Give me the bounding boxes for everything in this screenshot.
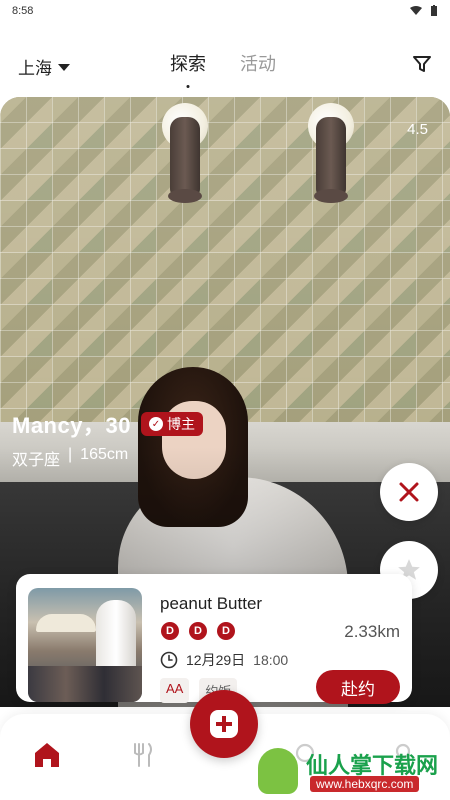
price-level: D D D <box>161 622 235 640</box>
app-screen: 8:58 上海 探索 活动 4.5 Mancy，30 ✓ 博主 双子座 | 16… <box>0 0 450 800</box>
status-bar: 8:58 <box>0 0 450 22</box>
nav-home[interactable] <box>30 738 64 772</box>
event-distance: 2.33km <box>344 622 400 641</box>
main-tabs: 探索 活动 <box>170 50 276 88</box>
event-date: 12月29日 <box>186 652 246 668</box>
verified-icon: ✓ <box>148 417 163 431</box>
event-card[interactable]: peanut Butter D D D 2.33km 12月29日 18:00 … <box>16 574 412 704</box>
price-d-icon: D <box>217 622 235 640</box>
site-watermark: 仙人掌下载网 www.hebxqrc.com <box>250 742 450 798</box>
close-icon <box>399 482 419 502</box>
tab-explore[interactable]: 探索 <box>170 50 206 88</box>
active-tab-indicator <box>186 85 190 88</box>
dislike-button[interactable] <box>380 463 438 521</box>
battery-icon <box>431 5 437 16</box>
home-icon <box>35 743 59 767</box>
tag-payment: AA <box>160 678 190 703</box>
status-time: 8:58 <box>12 5 34 17</box>
wall-lamp-decoration <box>296 97 366 217</box>
filter-icon[interactable] <box>412 54 432 74</box>
event-title: peanut Butter <box>160 594 263 613</box>
add-icon <box>210 710 238 738</box>
price-d-icon: D <box>161 622 179 640</box>
watermark-url: www.hebxqrc.com <box>310 776 420 792</box>
join-event-button[interactable]: 赴约 <box>316 670 400 704</box>
event-time: 18:00 <box>253 652 289 668</box>
tab-activities[interactable]: 活动 <box>240 50 276 76</box>
restaurant-icon <box>134 743 152 767</box>
event-datetime: 12月29日 18:00 <box>160 650 288 670</box>
city-selector[interactable]: 上海 <box>18 54 70 79</box>
top-nav: 上海 探索 活动 <box>0 44 450 88</box>
chevron-down-icon <box>58 64 70 71</box>
profile-name-age: Mancy，30 <box>12 413 131 438</box>
event-thumbnail <box>28 588 142 702</box>
wall-lamp-decoration <box>150 97 220 217</box>
profile-height: 165cm <box>80 446 129 463</box>
city-label: 上海 <box>18 59 52 78</box>
cactus-logo-icon <box>258 748 298 794</box>
status-icons <box>410 5 438 17</box>
create-event-button[interactable] <box>190 690 258 758</box>
price-d-icon: D <box>189 622 207 640</box>
profile-info: Mancy，30 ✓ 博主 双子座 | 165cm <box>12 408 203 470</box>
rating-score: 4.5 <box>407 121 428 138</box>
profile-zodiac: 双子座 <box>12 452 61 469</box>
wifi-icon <box>410 6 422 15</box>
clock-icon <box>160 651 178 669</box>
info-divider: | <box>68 446 73 463</box>
blogger-badge: ✓ 博主 <box>140 412 203 436</box>
nav-restaurants[interactable] <box>126 738 160 772</box>
